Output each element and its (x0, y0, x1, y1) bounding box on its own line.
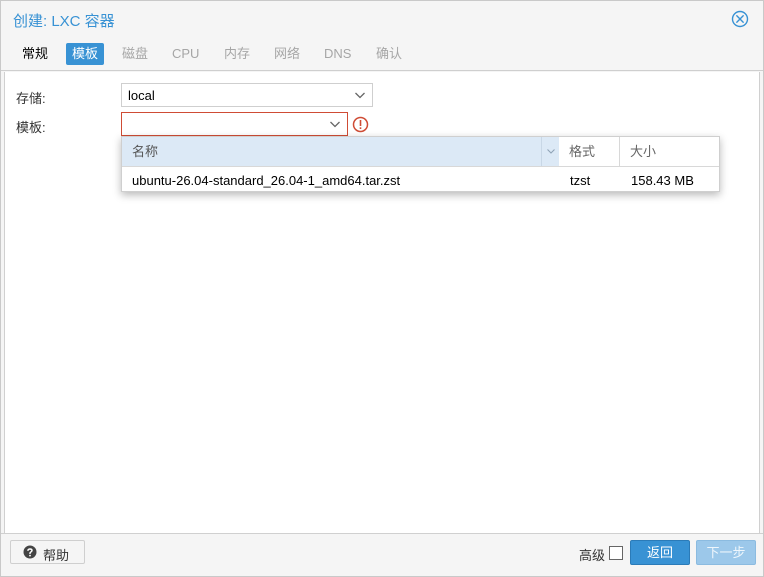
help-button[interactable]: 帮助 (10, 540, 85, 564)
column-header-name[interactable]: 名称 (122, 137, 559, 166)
chevron-down-icon[interactable] (352, 87, 368, 103)
picker-header: 名称 格式 大小 (122, 137, 719, 167)
chevron-down-icon (547, 149, 555, 154)
tab-disks: 磁盘 (122, 46, 149, 61)
table-row[interactable]: ubuntu-26.04-standard_26.04-1_amd64.tar.… (122, 167, 719, 193)
tab-general[interactable]: 常规 (16, 43, 54, 65)
template-picker: 名称 格式 大小 ubuntu-26.04-standard_26.04-1_a… (121, 136, 720, 192)
tab-cpu: CPU (172, 46, 200, 61)
error-icon (352, 116, 369, 133)
dialog-title: 创建: LXC 容器 (13, 13, 115, 30)
close-icon[interactable] (731, 10, 749, 28)
tab-dns: DNS (324, 46, 352, 61)
template-size-cell: 158.43 MB (631, 173, 694, 188)
chevron-down-icon[interactable] (327, 116, 343, 132)
tab-template[interactable]: 模板 (66, 43, 105, 65)
storage-label: 存储: (16, 91, 46, 106)
template-format-cell: tzst (570, 173, 591, 188)
back-button[interactable]: 返回 (630, 540, 690, 565)
tab-confirm: 确认 (376, 46, 403, 61)
wizard-panel: 存储: local 模板: 名称 格式 大小 ubuntu-26.04-stan… (4, 72, 760, 533)
storage-combobox[interactable]: local (121, 83, 373, 107)
advanced-label: 高级 (579, 548, 606, 563)
template-label: 模板: (16, 120, 46, 135)
tab-network: 网络 (274, 46, 301, 61)
template-combobox[interactable] (121, 112, 348, 136)
column-menu[interactable] (541, 137, 559, 166)
next-button: 下一步 (696, 540, 756, 565)
wizard-tabs: 常规 模板 磁盘 CPU 内存 网络 DNS 确认 (1, 37, 763, 71)
dialog-titlebar: 创建: LXC 容器 (1, 1, 763, 37)
dialog-footer: 帮助 高级 返回 下一步 (1, 533, 763, 576)
column-header-size[interactable]: 大小 (620, 137, 719, 166)
question-icon (23, 545, 37, 559)
template-name-cell: ubuntu-26.04-standard_26.04-1_amd64.tar.… (132, 173, 401, 188)
advanced-checkbox[interactable] (609, 546, 623, 560)
storage-value: local (128, 88, 155, 103)
tab-memory: 内存 (224, 46, 251, 61)
create-lxc-dialog: 创建: LXC 容器 常规 模板 磁盘 CPU 内存 网络 DNS 确认 存储:… (0, 0, 764, 577)
column-header-format[interactable]: 格式 (559, 137, 620, 166)
help-label: 帮助 (43, 548, 70, 563)
